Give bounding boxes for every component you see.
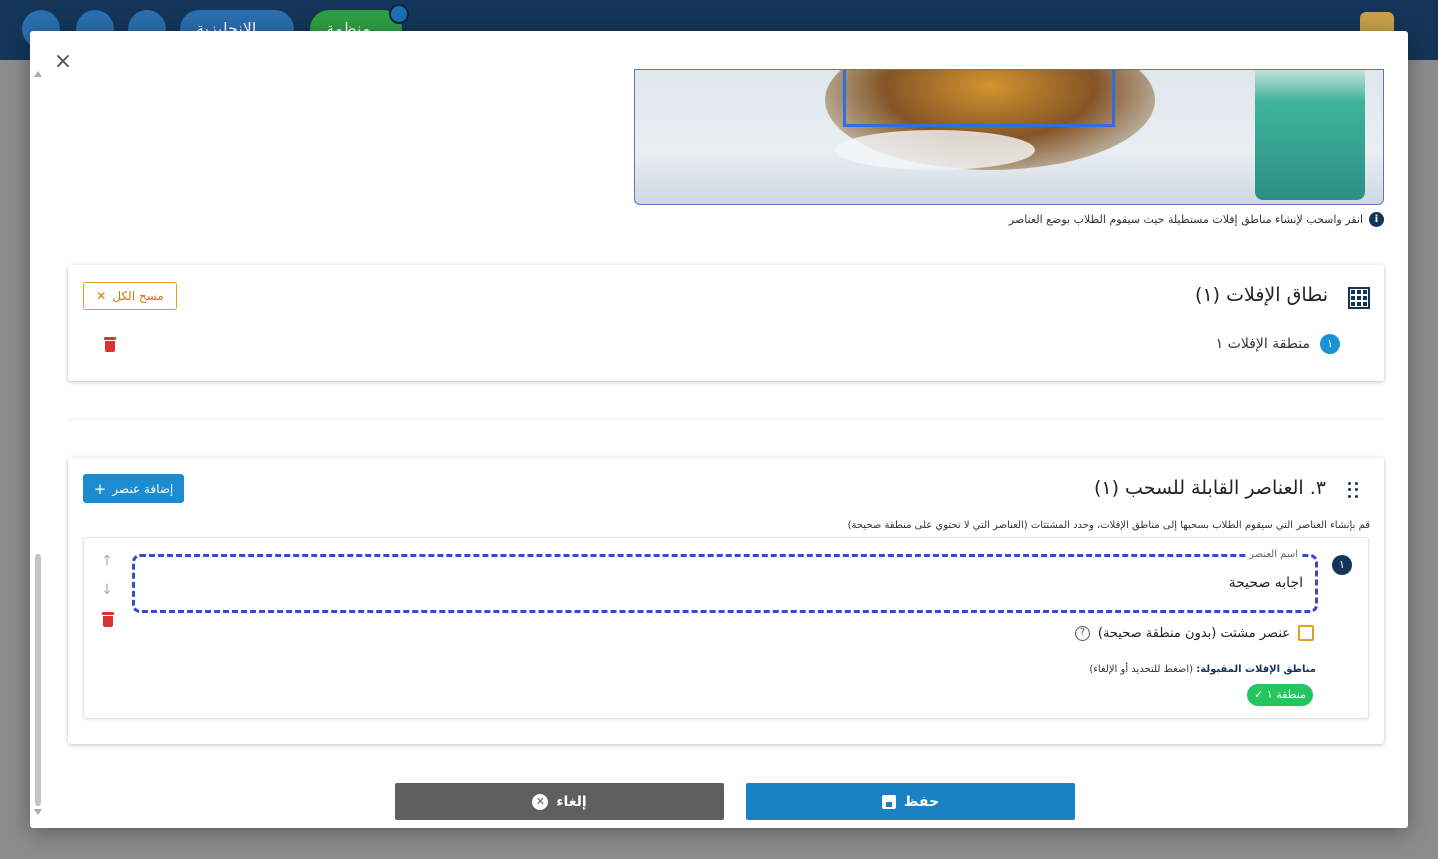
move-up-arrow-icon[interactable]: ↑ — [101, 554, 113, 568]
distractor-label: عنصر مشتت (بدون منطقة صحيحة) — [1097, 625, 1290, 641]
accepted-zone-chip[interactable]: منطقة ١ ✓ — [1247, 684, 1313, 706]
save-icon — [881, 794, 896, 809]
scroll-down-icon[interactable] — [34, 809, 42, 815]
item-name-label: اسم العنصر — [1246, 549, 1301, 560]
draggable-item: ١ اسم العنصر اجابه صحيحة ↑ ↓ عنصر مشتت (… — [83, 537, 1369, 719]
draggable-items-card: ٣. العناصر القابلة للسحب (١) إضافة عنصر … — [68, 458, 1384, 744]
zone-badge: ١ — [1320, 334, 1340, 354]
delete-item-trash-icon[interactable] — [102, 612, 114, 627]
zone-label: منطقة الإفلات ١ — [1215, 336, 1310, 352]
item-name-field[interactable]: اسم العنصر اجابه صحيحة — [132, 549, 1318, 613]
background-image-canvas[interactable] — [634, 69, 1384, 205]
items-description: قم بإنشاء العناصر التي سيقوم الطلاب بسحب… — [847, 520, 1370, 531]
save-button[interactable]: حفظ — [746, 783, 1075, 820]
drop-zones-card: نطاق الإفلات (١) مسح الكل ✕ ١ منطقة الإف… — [68, 265, 1384, 381]
cancel-button[interactable]: إلغاء ✕ — [395, 783, 724, 820]
draggable-items-title: ٣. العناصر القابلة للسحب (١) — [1093, 477, 1326, 499]
add-item-button[interactable]: إضافة عنصر + — [83, 474, 184, 503]
beaker-image — [1255, 70, 1365, 200]
accepted-zones-hint: (اضغط للتحديد أو الإلغاء) — [1089, 664, 1194, 675]
drop-zone-row: ١ منطقة الإفلات ١ — [1216, 333, 1340, 355]
image-hint: i انقر واسحب لإنشاء مناطق إفلات مستطيلة … — [1009, 210, 1384, 228]
move-down-arrow-icon[interactable]: ↓ — [101, 583, 113, 597]
drop-zone-rectangle[interactable] — [843, 70, 1115, 127]
save-label: حفظ — [903, 793, 940, 810]
delete-zone-trash-icon[interactable] — [104, 337, 116, 352]
drop-zones-title: نطاق الإفلات (١) — [1195, 284, 1328, 306]
plus-icon: + — [93, 479, 107, 498]
clear-all-label: مسح الكل — [112, 289, 164, 303]
modal-content: i انقر واسحب لإنشاء مناطق إفلات مستطيلة … — [30, 31, 1408, 771]
cancel-label: إلغاء — [556, 793, 587, 810]
item-name-value[interactable]: اجابه صحيحة — [1229, 575, 1303, 591]
mist-image — [835, 130, 1035, 170]
help-icon[interactable]: ? — [1074, 625, 1090, 641]
add-item-label: إضافة عنصر — [112, 481, 174, 496]
edit-question-modal: × i انقر واسحب لإنشاء مناطق إفلات مستطيل… — [30, 31, 1408, 828]
accepted-zones-title: مناطق الإفلات المقبولة: — [1196, 664, 1316, 675]
accepted-zones-label: مناطق الإفلات المقبولة: (اضغط للتحديد أو… — [1089, 664, 1316, 675]
close-icon: ✕ — [96, 289, 107, 303]
clear-all-button[interactable]: مسح الكل ✕ — [83, 282, 177, 310]
item-index-badge: ١ — [1332, 555, 1352, 575]
info-icon: i — [1369, 211, 1384, 227]
distractor-option[interactable]: عنصر مشتت (بدون منطقة صحيحة) ? — [1074, 625, 1314, 641]
drag-handle-icon — [1348, 482, 1358, 498]
image-hint-text: انقر واسحب لإنشاء مناطق إفلات مستطيلة حي… — [1008, 212, 1363, 226]
grid-icon — [1348, 287, 1370, 309]
status-dot-icon — [389, 4, 409, 24]
cancel-icon: ✕ — [532, 793, 549, 810]
section-divider — [68, 419, 1384, 420]
distractor-checkbox[interactable] — [1298, 625, 1314, 641]
